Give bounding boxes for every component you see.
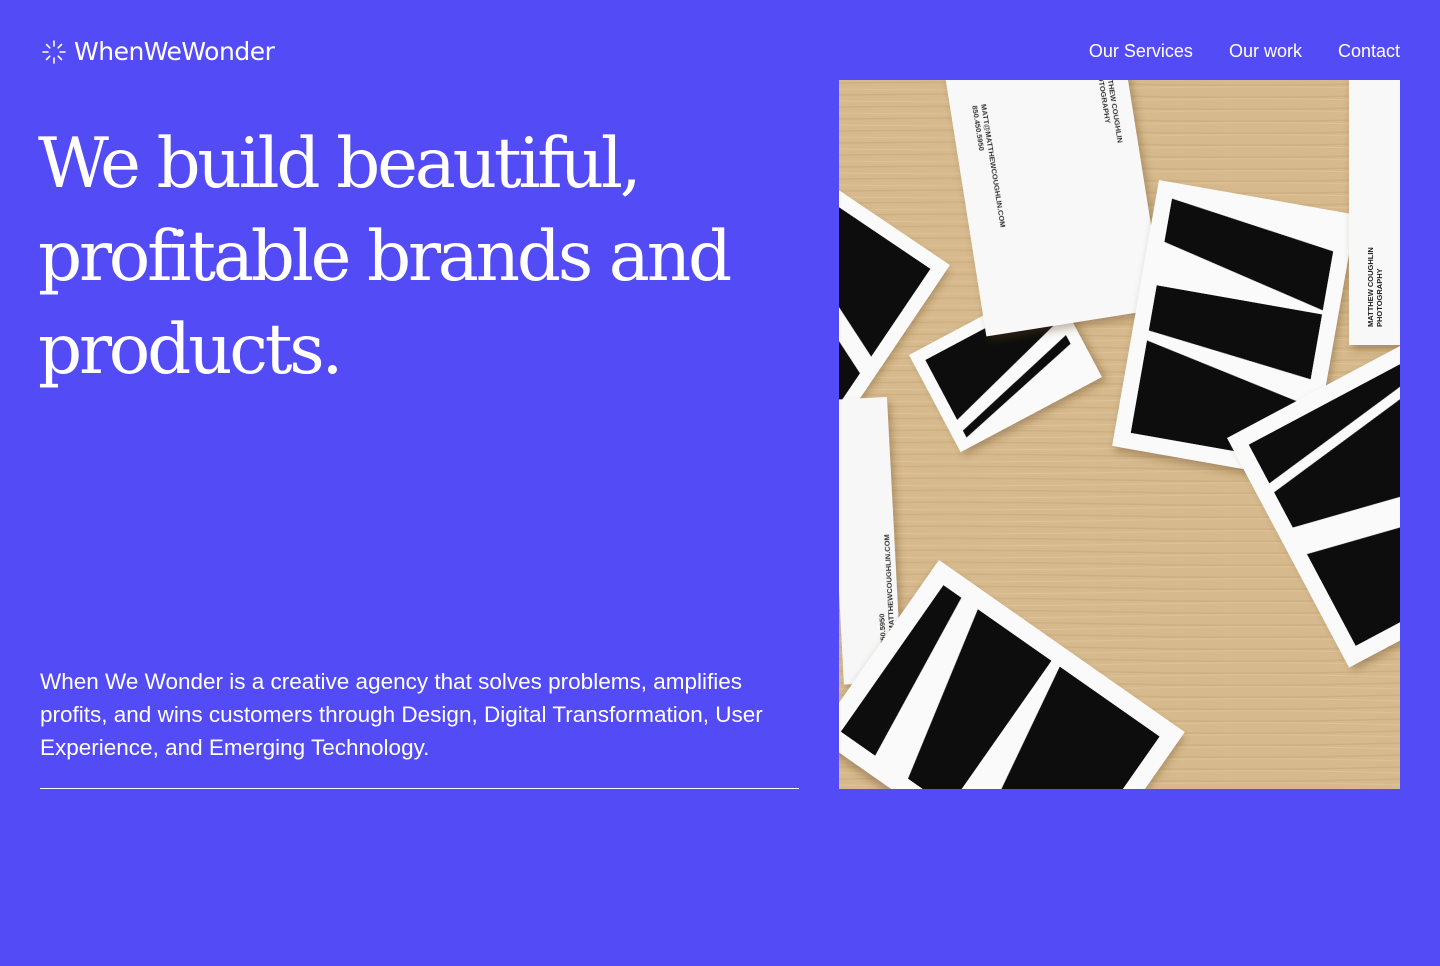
nav-our-services[interactable]: Our Services (1089, 38, 1193, 64)
hero-headline: We build beautiful, profitable brands an… (38, 118, 738, 397)
divider (40, 788, 799, 789)
headline-line-1: We build beautiful, (38, 124, 642, 204)
hero-description: When We Wonder is a creative agency that… (40, 669, 763, 760)
svg-text:PHOTOGRAPHY: PHOTOGRAPHY (1375, 268, 1384, 327)
page: WhenWeWonder Our Services Our work Conta… (0, 0, 1440, 966)
business-cards-illustration: 850.450.5950 MATT@MATTHEWCOUGHLIN.COM 85… (839, 80, 1400, 789)
headline-line-2: profitable brands and (38, 217, 732, 297)
business-cards-photo: 850.450.5950 MATT@MATTHEWCOUGHLIN.COM 85… (839, 80, 1400, 789)
brand-name: WhenWeWonder (74, 37, 275, 66)
sparkle-burst-icon (42, 40, 66, 64)
nav-our-work[interactable]: Our work (1229, 38, 1302, 64)
headline-line-3: products. (38, 310, 343, 390)
svg-text:MATTHEW COUGHLIN: MATTHEW COUGHLIN (1366, 247, 1375, 327)
nav-contact[interactable]: Contact (1338, 38, 1400, 64)
logo-link[interactable]: WhenWeWonder (40, 36, 275, 68)
main-nav: Our Services Our work Contact (1089, 38, 1400, 64)
